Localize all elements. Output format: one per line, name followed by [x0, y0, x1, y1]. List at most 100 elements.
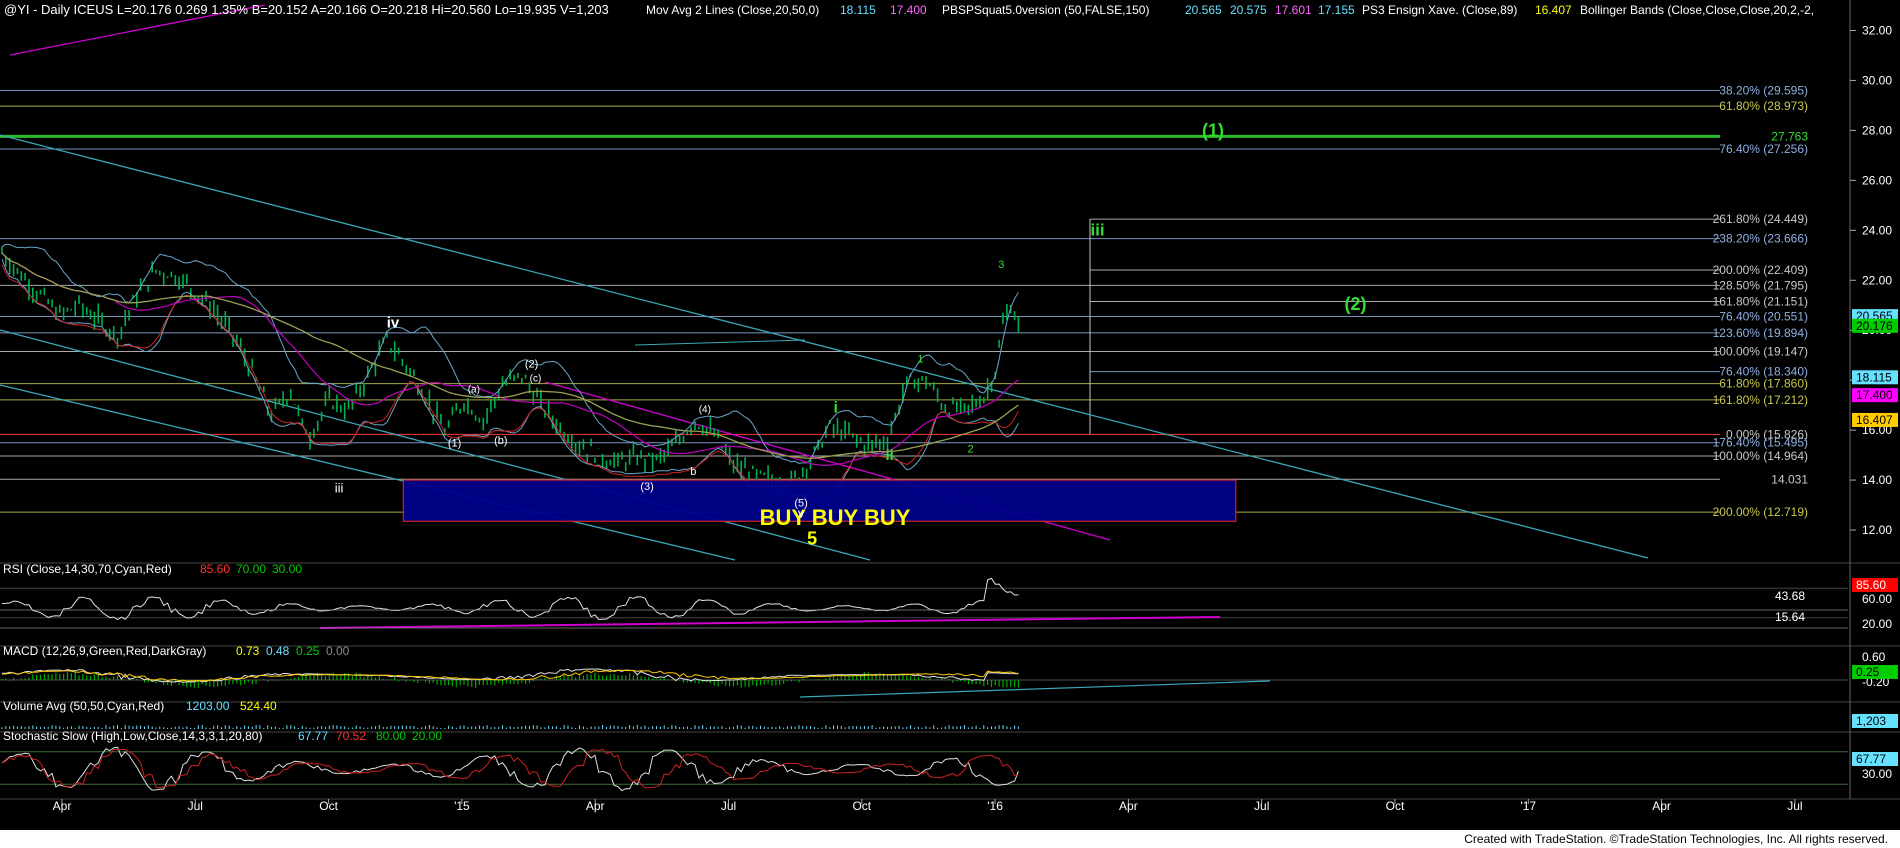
stoch-value-2: 70.52: [336, 729, 366, 743]
channel-line: [0, 384, 736, 561]
main-title-ma: Mov Avg 2 Lines (Close,20,50,0): [646, 3, 819, 17]
volume-tag-label: 1,203: [1856, 714, 1886, 728]
price-axis-label: 30.00: [1862, 73, 1892, 87]
wave-label-layer: 38.20% (29.595)61.80% (28.973)27.76376.4…: [335, 84, 1809, 549]
rsi-line: [1, 577, 1019, 621]
fib-level-label: 161.80% (17.212): [1713, 393, 1808, 407]
wave-label: b: [690, 466, 696, 478]
stoch-axis-label: 30.00: [1862, 767, 1892, 781]
rsi-axis-label: 20.00: [1862, 617, 1892, 631]
macd-value-1: 0.73: [236, 644, 260, 658]
fib-level-label: 100.00% (19.147): [1713, 345, 1808, 359]
footer-copyright: Created with TradeStation. ©TradeStation…: [1464, 832, 1888, 846]
wave-label: iv: [387, 315, 400, 332]
price-tag-label: 20.176: [1856, 319, 1893, 333]
price-axis-label: 32.00: [1862, 23, 1892, 37]
wave-label: v: [798, 506, 805, 521]
bollinger-lower: [1, 259, 1019, 504]
stoch-value-1: 67.77: [298, 729, 328, 743]
wave-label: 1: [917, 354, 923, 366]
main-title-pbs: PBSPSquat5.0version (50,FALSE,150): [942, 3, 1149, 17]
wave-label: (2): [1345, 294, 1367, 314]
macd-title: MACD (12,26,9,Green,Red,DarkGray): [3, 644, 206, 658]
stoch-tag-label: 67.77: [1856, 752, 1886, 766]
time-axis-label: Apr: [1652, 799, 1671, 813]
pbs-value-3: 17.601: [1275, 3, 1312, 17]
stoch-title: Stochastic Slow (High,Low,Close,14,3,3,1…: [3, 729, 262, 743]
wave-label: 3: [998, 259, 1004, 271]
wave-label: (1): [1202, 121, 1224, 141]
time-axis-label: Apr: [586, 799, 605, 813]
fib-level-label: 238.20% (23.666): [1713, 232, 1808, 246]
fib-level-label: 123.60% (19.894): [1713, 326, 1808, 340]
wave-label: (4): [699, 405, 711, 416]
fib-level-label: 61.80% (17.860): [1719, 377, 1808, 391]
stoch-d-line: [1, 748, 1019, 789]
fib-level-label: 261.80% (24.449): [1713, 212, 1808, 226]
rsi-tag-label: 85.60: [1856, 578, 1886, 592]
channel-line: [634, 339, 806, 346]
buy-zone-label: BUY BUY BUY: [760, 505, 911, 530]
rsi-value-1: 85.60: [200, 562, 230, 576]
price-axis-label: 28.00: [1862, 123, 1892, 137]
time-axis-label: Oct: [319, 799, 338, 813]
time-axis-label: '15: [454, 799, 470, 813]
time-axis-label: '16: [987, 799, 1003, 813]
rsi-axis-label: 60.00: [1862, 592, 1892, 606]
time-axis-label: Jul: [1787, 799, 1802, 813]
time-axis-label: '17: [1520, 799, 1536, 813]
price-tag-label: 18.115: [1856, 370, 1892, 384]
stoch-value-4: 20.00: [412, 729, 442, 743]
time-axis-label: Apr: [53, 799, 72, 813]
fib-level-label: 100.00% (14.964): [1713, 449, 1808, 463]
price-tag-label: 17.400: [1856, 388, 1893, 402]
fib-level-label: 128.50% (21.795): [1713, 278, 1808, 292]
price-axis-label: 14.00: [1862, 473, 1892, 487]
time-axis-label: Jul: [188, 799, 203, 813]
price-axis-label: 26.00: [1862, 173, 1892, 187]
time-axis-label: Oct: [1386, 799, 1405, 813]
fib-level-label: 200.00% (12.719): [1713, 505, 1808, 519]
buy-zone-layer: BUY BUY BUY: [402, 479, 1237, 530]
ps3-value: 16.407: [1535, 3, 1572, 17]
main-title-ps3: PS3 Ensign Xave. (Close,89): [1362, 3, 1517, 17]
axis-layer: 32.0030.0028.0026.0024.0022.0020.0018.00…: [53, 23, 1898, 813]
wave-label: (2): [525, 359, 538, 371]
rsi-value-2: 70.00: [236, 562, 266, 576]
time-axis-label: Jul: [1254, 799, 1269, 813]
volume-value-1: 1203.00: [186, 699, 230, 713]
ma-50-line: [1, 252, 1019, 467]
wave-label: (1): [448, 437, 461, 449]
wave-label: ii: [885, 447, 893, 464]
fib-level-label: 200.00% (22.409): [1713, 263, 1808, 277]
channel-line: [0, 329, 871, 561]
wave-label: i: [834, 400, 838, 417]
indicator-panels: 43.68 15.64: [0, 577, 1848, 792]
wave-label: (b): [494, 435, 507, 447]
wave-label: 2: [967, 444, 973, 456]
ma-89-line: [1, 252, 1019, 459]
fib-level-label: 161.80% (21.151): [1713, 294, 1808, 308]
rsi-level-label: 43.68: [1775, 589, 1805, 603]
pbs-value-4: 17.155: [1318, 3, 1355, 17]
rsi-trend-line: [319, 616, 1221, 629]
price-tag-label: 16.407: [1856, 413, 1893, 427]
price-axis-label: 12.00: [1862, 523, 1892, 537]
time-axis-label: Apr: [1119, 799, 1138, 813]
fib-level-label: 14.031: [1771, 472, 1808, 486]
macd-value-2: 0.48: [266, 644, 290, 658]
wave-five-label: 5: [807, 528, 817, 548]
volume-title: Volume Avg (50,50,Cyan,Red): [3, 699, 164, 713]
pbs-value-1: 20.565: [1185, 3, 1222, 17]
time-axis-label: Jul: [721, 799, 736, 813]
stoch-value-3: 80.00: [376, 729, 406, 743]
main-title-symbol: @YI - Daily ICEUS L=20.176 0.269 1.35% B…: [4, 2, 609, 17]
fib-level-label: 76.40% (27.256): [1719, 142, 1808, 156]
wave-label: (a): [468, 385, 480, 396]
pbs-value-2: 20.575: [1230, 3, 1267, 17]
wave-label: (c): [530, 373, 542, 384]
wave-label: iii: [1090, 220, 1104, 239]
rsi-value-3: 30.00: [272, 562, 302, 576]
fib-level-label: 38.20% (29.595): [1719, 84, 1808, 98]
price-axis-label: 22.00: [1862, 273, 1892, 287]
